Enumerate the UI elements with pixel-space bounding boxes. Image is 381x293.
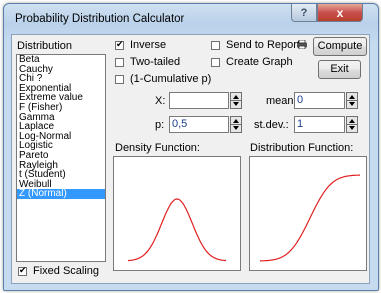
two-tailed-checkbox[interactable]	[115, 58, 124, 67]
distribution-plot	[249, 156, 367, 271]
distribution-list[interactable]: Beta Cauchy Chi ? Exponential Extreme value F…	[16, 54, 106, 262]
distribution-label: Distribution	[17, 40, 73, 52]
close-button[interactable]: x	[317, 4, 363, 22]
mean-input[interactable]: 0	[294, 92, 345, 109]
inverse-checkbox[interactable]	[115, 39, 124, 50]
density-plot	[113, 156, 241, 271]
distribution-function-label: Distribution Function:	[250, 142, 354, 154]
title-bar[interactable]: Probability Distribution Calculator ? x	[4, 4, 378, 34]
close-icon: x	[336, 5, 344, 20]
mean-label: mean:	[266, 95, 297, 107]
one-minus-cumulative-label: (1-Cumulative p)	[130, 73, 212, 85]
p-label: p:	[155, 119, 165, 131]
distribution-item[interactable]: Z (Normal)	[17, 189, 105, 199]
distribution-curve	[260, 174, 360, 262]
create-graph-label: Create Graph	[226, 56, 293, 68]
stdev-label: st.dev.:	[254, 119, 289, 131]
window-title: Probability Distribution Calculator	[15, 13, 185, 25]
calculator-window: Probability Distribution Calculator ? x …	[3, 3, 379, 291]
two-tailed-label: Two-tailed	[130, 56, 181, 68]
stdev-spinner[interactable]	[346, 116, 358, 133]
inverse-label: Inverse	[130, 39, 167, 51]
density-curve	[127, 198, 227, 262]
x-label: X:	[155, 95, 166, 107]
create-graph-checkbox[interactable]	[211, 58, 220, 67]
x-input[interactable]	[169, 92, 229, 109]
help-button[interactable]: ?	[291, 4, 317, 22]
stdev-input[interactable]: 1	[294, 116, 345, 133]
send-to-report-checkbox[interactable]	[211, 41, 220, 50]
help-icon: ?	[300, 6, 308, 19]
x-spinner[interactable]	[230, 92, 242, 109]
density-function-label: Density Function:	[115, 142, 200, 154]
compute-button[interactable]: Compute	[313, 37, 367, 56]
p-input[interactable]: 0,5	[169, 116, 229, 133]
fixed-scaling-checkbox[interactable]	[18, 265, 27, 276]
fixed-scaling-label: Fixed Scaling	[33, 265, 100, 277]
one-minus-cumulative-checkbox[interactable]	[115, 75, 124, 84]
mean-spinner[interactable]	[346, 92, 358, 109]
send-to-report-label: Send to Report	[226, 39, 300, 51]
exit-button[interactable]: Exit	[318, 60, 361, 79]
printer-icon	[297, 40, 307, 49]
dialog-body: Distribution Beta Cauchy Chi ? Exponential E…	[11, 34, 370, 284]
p-spinner[interactable]	[230, 116, 242, 133]
